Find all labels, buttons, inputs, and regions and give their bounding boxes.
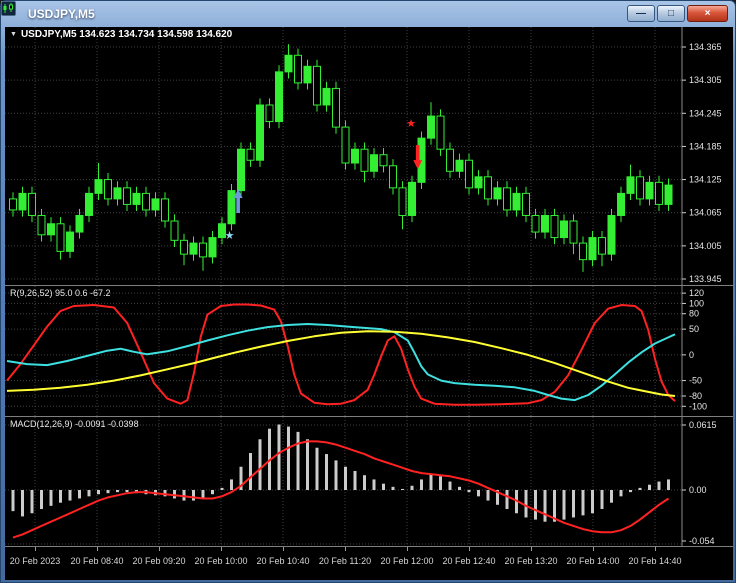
svg-text:-80: -80 [689, 391, 702, 401]
svg-text:133.945: 133.945 [689, 274, 722, 284]
price-chart-canvas[interactable]: ★ ★ 134.365 134.305 134.245 134.185 134.125 134… [5, 27, 733, 285]
svg-text:80: 80 [689, 309, 699, 319]
svg-text:★: ★ [225, 230, 235, 242]
svg-text:120: 120 [689, 288, 704, 298]
price-chart-panel[interactable]: ▼ USDJPY,M5 134.623 134.734 134.598 134.… [5, 27, 733, 285]
time-tick [283, 547, 284, 551]
oscillator-canvas[interactable]: 12010080 50 0 -50 -80-100 [5, 286, 733, 416]
time-axis[interactable]: 20 Feb 2023 20 Feb 08:40 20 Feb 09:20 20 Fe… [5, 547, 733, 580]
svg-text:0.00: 0.00 [689, 485, 707, 495]
chart-app-icon [1, 1, 22, 22]
title-bar[interactable]: USDJPY,M5 — □ × [1, 1, 735, 27]
macd-header: MACD(12,26,9) -0.0091 -0.0398 [10, 419, 139, 429]
svg-text:★: ★ [406, 118, 416, 130]
svg-text:100: 100 [689, 298, 704, 308]
macd-panel[interactable]: MACD(12,26,9) -0.0091 -0.0398 0.0615 0.00… [5, 417, 733, 546]
chart-ohlc-text: USDJPY,M5 134.623 134.734 134.598 134.62… [20, 29, 233, 40]
svg-text:134.005: 134.005 [689, 241, 722, 251]
time-tick [469, 547, 470, 551]
minimize-button[interactable]: — [627, 5, 655, 22]
minimize-icon: — [636, 8, 646, 19]
time-tick [345, 547, 346, 551]
maximize-button[interactable]: □ [657, 5, 685, 22]
svg-text:134.065: 134.065 [689, 208, 722, 218]
macd-header-text: MACD(12,26,9) -0.0091 -0.0398 [10, 419, 139, 429]
time-tick [655, 547, 656, 551]
macd-canvas[interactable]: 0.0615 0.00 -0.054 [5, 417, 733, 546]
time-tick [159, 547, 160, 551]
oscillator-panel[interactable]: R(9,26,52) 95.0 0.6 -67.2 120 100 80 50 0 -50… [5, 286, 733, 416]
close-button[interactable]: × [687, 5, 728, 22]
maximize-icon: □ [667, 8, 675, 19]
svg-text:0: 0 [689, 350, 694, 360]
svg-text:-100: -100 [689, 401, 707, 411]
svg-text:134.185: 134.185 [689, 141, 722, 151]
time-axis-label: 20 Feb 14:40 [628, 556, 682, 566]
svg-text:134.305: 134.305 [689, 75, 722, 85]
window-controls: — □ × [627, 5, 728, 22]
time-tick [531, 547, 532, 551]
svg-text:0.0615: 0.0615 [689, 420, 717, 430]
time-tick [35, 547, 36, 551]
svg-text:134.245: 134.245 [689, 108, 722, 118]
svg-text:50: 50 [689, 324, 699, 334]
time-tick [407, 547, 408, 551]
svg-text:-0.054: -0.054 [689, 536, 715, 546]
app-window: USDJPY,M5 — □ × ▼ USDJPY,M5 134.623 134.… [0, 0, 736, 583]
chevron-down-icon[interactable]: ▼ [10, 31, 17, 38]
time-tick [593, 547, 594, 551]
svg-text:134.125: 134.125 [689, 175, 722, 185]
close-icon: × [704, 8, 711, 19]
time-tick [97, 547, 98, 551]
oscillator-header-text: R(9,26,52) 95.0 0.6 -67.2 [10, 288, 111, 298]
time-tick [221, 547, 222, 551]
chart-ohlc-header: ▼ USDJPY,M5 134.623 134.734 134.598 134.… [10, 29, 232, 40]
svg-text:134.365: 134.365 [689, 42, 722, 52]
oscillator-header: R(9,26,52) 95.0 0.6 -67.2 [10, 288, 111, 298]
svg-text:-50: -50 [689, 376, 702, 386]
window-title: USDJPY,M5 [28, 7, 95, 21]
chart-client-area[interactable]: ▼ USDJPY,M5 134.623 134.734 134.598 134.… [5, 27, 733, 580]
